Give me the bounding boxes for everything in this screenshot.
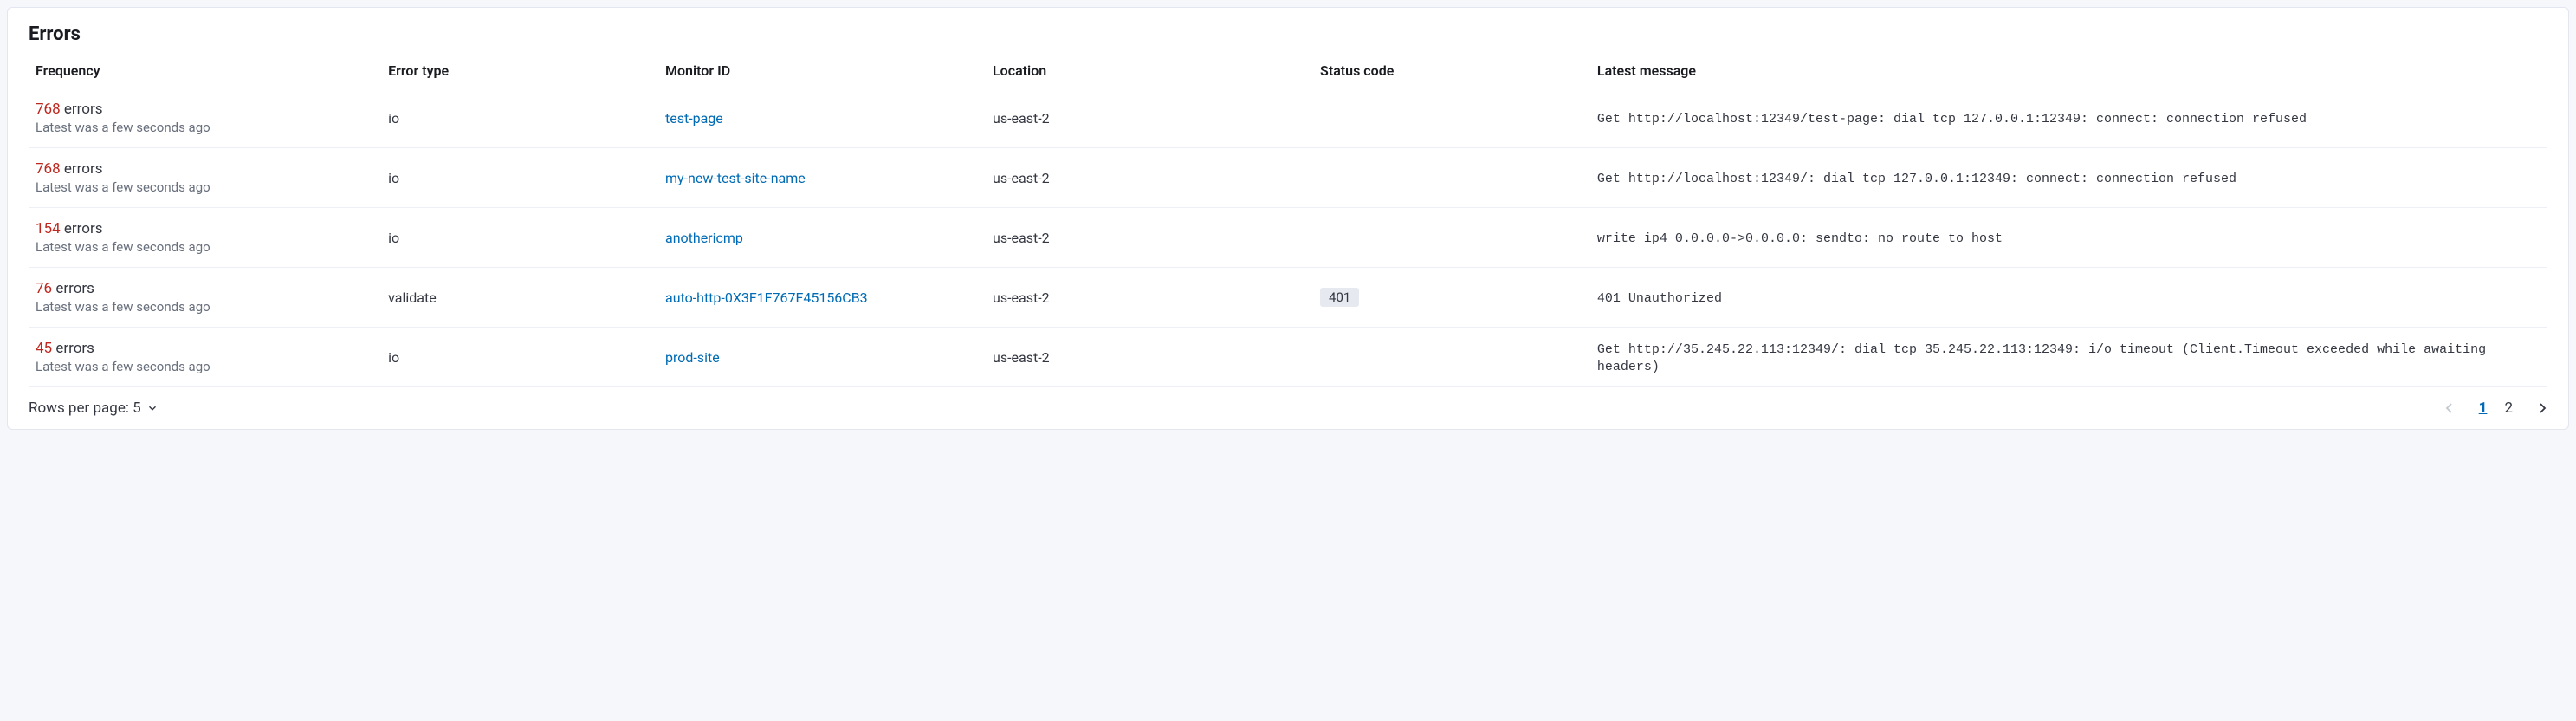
cell-frequency: 768 errors Latest was a few seconds ago — [29, 88, 381, 148]
cell-error-type: io — [381, 88, 658, 148]
message-text: Get http://35.245.22.113:12349/: dial tc… — [1597, 342, 2486, 374]
next-page-button[interactable] — [2537, 402, 2547, 414]
cell-status-code — [1313, 148, 1590, 208]
cell-latest-message: Get http://localhost:12349/test-page: di… — [1590, 88, 2547, 148]
table-row: 45 errors Latest was a few seconds ago iop… — [29, 328, 2547, 387]
cell-location: us-east-2 — [986, 328, 1313, 387]
cell-latest-message: write ip4 0.0.0.0->0.0.0.0: sendto: no r… — [1590, 208, 2547, 268]
chevron-down-icon — [146, 402, 159, 414]
error-count-label: errors — [61, 160, 103, 178]
cell-monitor-id: my-new-test-site-name — [658, 148, 986, 208]
message-text: write ip4 0.0.0.0->0.0.0.0: sendto: no r… — [1597, 231, 2003, 246]
latest-timestamp: Latest was a few seconds ago — [36, 359, 374, 374]
cell-location: us-east-2 — [986, 208, 1313, 268]
errors-panel: Errors Frequency Error type Monitor ID L… — [7, 7, 2569, 430]
cell-error-type: io — [381, 208, 658, 268]
error-count-label: errors — [52, 280, 94, 297]
monitor-link[interactable]: my-new-test-site-name — [665, 170, 806, 186]
col-header-error-type[interactable]: Error type — [381, 54, 658, 88]
error-count: 768 — [36, 101, 61, 118]
cell-error-type: io — [381, 328, 658, 387]
cell-error-type: validate — [381, 268, 658, 328]
cell-latest-message: 401 Unauthorized — [1590, 268, 2547, 328]
error-count-label: errors — [61, 101, 103, 118]
cell-status-code: 401 — [1313, 268, 1590, 328]
page-number-2[interactable]: 2 — [2502, 399, 2515, 417]
cell-location: us-east-2 — [986, 148, 1313, 208]
cell-status-code — [1313, 328, 1590, 387]
cell-latest-message: Get http://35.245.22.113:12349/: dial tc… — [1590, 328, 2547, 387]
chevron-right-icon — [2537, 402, 2547, 414]
error-count-label: errors — [52, 340, 94, 357]
cell-frequency: 768 errorsLatest was a few seconds ago — [29, 148, 381, 208]
chevron-left-icon — [2444, 402, 2455, 414]
panel-title: Errors — [29, 23, 2547, 45]
cell-monitor-id: anothericmp — [658, 208, 986, 268]
rows-per-page-label: Rows per page: 5 — [29, 399, 141, 417]
error-count: 154 — [36, 220, 61, 237]
table-row: 768 errors Latest was a few seconds ago io… — [29, 88, 2547, 148]
col-header-status-code[interactable]: Status code — [1313, 54, 1590, 88]
table-row: 154 errors Latest was a few seconds ago io… — [29, 208, 2547, 268]
latest-timestamp: Latest was a few seconds ago — [36, 239, 374, 255]
monitor-link[interactable]: test-page — [665, 110, 723, 127]
rows-per-page-select[interactable]: Rows per page: 5 — [29, 399, 159, 417]
error-count: 768 — [36, 160, 61, 178]
error-count: 76 — [36, 280, 52, 297]
error-count: 45 — [36, 340, 52, 357]
cell-frequency: 154 errors Latest was a few seconds ago — [29, 208, 381, 268]
pagination: 12 — [2444, 399, 2547, 417]
table-row: 768 errorsLatest was a few seconds agoio… — [29, 148, 2547, 208]
cell-monitor-id: prod-site — [658, 328, 986, 387]
cell-status-code — [1313, 88, 1590, 148]
message-text: Get http://localhost:12349/: dial tcp 12… — [1597, 172, 2236, 186]
cell-frequency: 45 errors Latest was a few seconds ago — [29, 328, 381, 387]
latest-timestamp: Latest was a few seconds ago — [36, 120, 374, 135]
error-count-label: errors — [61, 220, 103, 237]
monitor-link[interactable]: anothericmp — [665, 230, 743, 246]
cell-frequency: 76 errors Latest was a few seconds ago — [29, 268, 381, 328]
cell-latest-message: Get http://localhost:12349/: dial tcp 12… — [1590, 148, 2547, 208]
latest-timestamp: Latest was a few seconds ago — [36, 299, 374, 315]
col-header-latest-message[interactable]: Latest message — [1590, 54, 2547, 88]
cell-location: us-east-2 — [986, 88, 1313, 148]
errors-table: Frequency Error type Monitor ID Location… — [29, 54, 2547, 387]
monitor-link[interactable]: prod-site — [665, 349, 720, 366]
status-badge: 401 — [1320, 288, 1359, 307]
cell-error-type: io — [381, 148, 658, 208]
table-row: 76 errors Latest was a few seconds ago val… — [29, 268, 2547, 328]
cell-location: us-east-2 — [986, 268, 1313, 328]
page-number-1[interactable]: 1 — [2477, 399, 2489, 417]
col-header-location[interactable]: Location — [986, 54, 1313, 88]
monitor-link[interactable]: auto-http-0X3F1F767F45156CB3 — [665, 289, 868, 306]
table-header-row: Frequency Error type Monitor ID Location… — [29, 54, 2547, 88]
cell-monitor-id: auto-http-0X3F1F767F45156CB3 — [658, 268, 986, 328]
cell-monitor-id: test-page — [658, 88, 986, 148]
message-text: Get http://localhost:12349/test-page: di… — [1597, 112, 2307, 127]
prev-page-button[interactable] — [2444, 402, 2455, 414]
cell-status-code — [1313, 208, 1590, 268]
latest-timestamp: Latest was a few seconds ago — [36, 179, 374, 195]
col-header-frequency[interactable]: Frequency — [29, 54, 381, 88]
table-footer: Rows per page: 5 12 — [29, 387, 2547, 417]
col-header-monitor-id[interactable]: Monitor ID — [658, 54, 986, 88]
message-text: 401 Unauthorized — [1597, 291, 1722, 306]
